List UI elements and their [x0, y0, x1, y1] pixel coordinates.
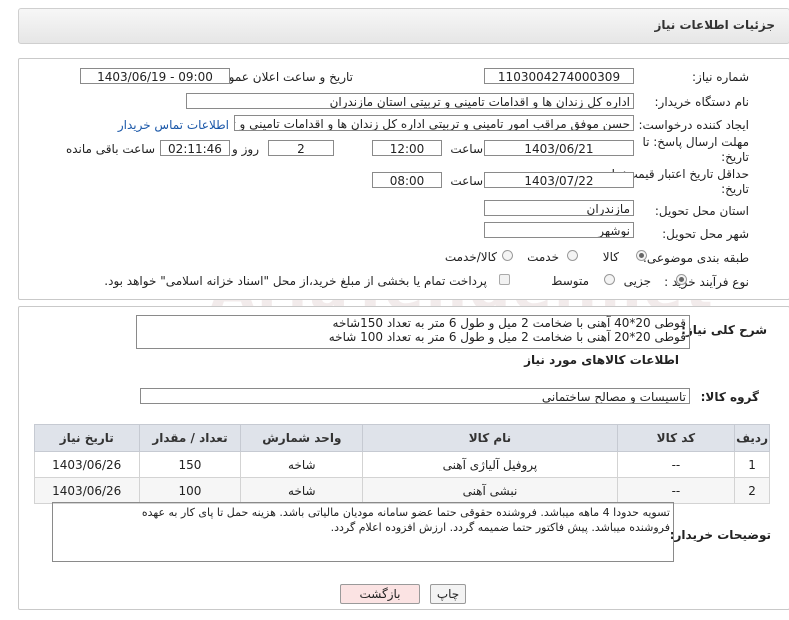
process-radio-medium[interactable]: [604, 274, 615, 285]
description-textarea[interactable]: قوطی 20*40 آهنی با ضخامت 2 میل و طول 6 م…: [136, 315, 690, 349]
need-number-field[interactable]: 1103004274000309: [484, 68, 634, 84]
cell-name: پروفیل آلیاژی آهنی: [362, 451, 618, 478]
buyer-notes-textarea[interactable]: تسویه حدودا 4 ماهه میباشد. فروشنده حقوقی…: [52, 502, 674, 562]
city-field[interactable]: نوشهر: [484, 222, 634, 238]
cell-name: نبشی آهنی: [362, 477, 618, 504]
buyer-notes-line1: تسویه حدودا 4 ماهه میباشد. فروشنده حقوقی…: [141, 506, 670, 519]
process-option-medium: متوسط: [551, 274, 589, 288]
cell-date: 1403/06/26: [34, 451, 140, 478]
creator-field[interactable]: حسن موفق مراقب امور تامینی و تربیتی ادار…: [234, 115, 634, 131]
cell-code: --: [616, 451, 736, 478]
buyer-contact-link[interactable]: اطلاعات تماس خریدار: [118, 118, 229, 132]
cell-date: 1403/06/26: [34, 477, 140, 504]
category-radio-goods-service[interactable]: [502, 250, 513, 261]
page-title: جزئیات اطلاعات نیاز: [654, 18, 775, 32]
category-option-goods-service: کالا/خدمت: [444, 250, 497, 264]
deadline-remaining-label: ساعت باقی مانده: [65, 142, 155, 156]
creator-label: ایجاد کننده درخواست:: [638, 118, 749, 132]
category-option-service: خدمت: [527, 250, 559, 264]
back-button[interactable]: بازگشت: [340, 584, 420, 604]
category-option-goods: کالا: [602, 250, 619, 264]
treasury-payment-checkbox[interactable]: [499, 274, 510, 285]
announce-field[interactable]: 1403/06/19 - 09:00: [80, 68, 230, 84]
treasury-payment-note: پرداخت تمام یا بخشی از مبلغ خرید،از محل …: [104, 274, 487, 288]
description-line1: قوطی 20*40 آهنی با ضخامت 2 میل و طول 6 م…: [332, 316, 686, 330]
col-qty: تعداد / مقدار: [138, 424, 242, 452]
deadline-label-line1: مهلت ارسال پاسخ: تا: [642, 135, 749, 149]
table-row: 2 -- نبشی آهنی شاخه 100 1403/06/26: [34, 477, 770, 504]
process-radio-minor[interactable]: [676, 274, 687, 285]
col-name: نام کالا: [362, 424, 618, 452]
description-line2: قوطی 20*20 آهنی با ضخامت 2 میل و طول 6 م…: [328, 330, 686, 344]
cell-unit: شاخه: [240, 477, 364, 504]
province-label: استان محل تحویل:: [654, 204, 749, 218]
buyer-org-field[interactable]: اداره کل زندان ها و اقدامات تامینی و ترب…: [186, 93, 634, 109]
col-unit: واحد شمارش: [240, 424, 364, 452]
category-radio-goods[interactable]: [636, 250, 647, 261]
cell-code: --: [616, 477, 736, 504]
validity-time-label: ساعت: [450, 174, 483, 188]
buyer-notes-line2: فروشنده میباشد. پیش فاکتور حتما ضمیمه گر…: [330, 521, 670, 534]
print-button[interactable]: چاپ: [430, 584, 466, 604]
goods-section-title: اطلاعات کالاهای مورد نیاز: [524, 353, 679, 367]
deadline-label-line2: تاریخ:: [721, 150, 749, 164]
validity-label-line2: تاریخ:: [721, 182, 749, 196]
cell-row: 2: [734, 477, 770, 504]
deadline-remaining-field[interactable]: 02:11:46: [160, 140, 230, 156]
validity-time-field[interactable]: 08:00: [372, 172, 442, 188]
cell-row: 1: [734, 451, 770, 478]
goods-table: ردیف کد کالا نام کالا واحد شمارش تعداد /…: [34, 424, 770, 504]
category-label: طبقه بندی موضوعی:: [642, 251, 749, 265]
buyer-org-label: نام دستگاه خریدار:: [654, 95, 750, 109]
description-label: شرح کلی نیاز:: [681, 323, 767, 337]
deadline-date-field[interactable]: 1403/06/21: [484, 140, 634, 156]
process-option-minor: جزیی: [623, 274, 651, 288]
col-row: ردیف: [734, 424, 770, 452]
goods-table-header: ردیف کد کالا نام کالا واحد شمارش تعداد /…: [34, 424, 770, 452]
cell-unit: شاخه: [240, 451, 364, 478]
goods-group-field[interactable]: تاسیسات و مصالح ساختمانی: [140, 388, 690, 404]
validity-date-field[interactable]: 1403/07/22: [484, 172, 634, 188]
need-number-label: شماره نیاز:: [692, 70, 749, 84]
goods-group-label: گروه کالا:: [700, 390, 759, 404]
page-header: جزئیات اطلاعات نیاز: [18, 8, 789, 44]
deadline-days-field[interactable]: 2: [268, 140, 334, 156]
cell-qty: 150: [138, 451, 242, 478]
deadline-time-field[interactable]: 12:00: [372, 140, 442, 156]
table-row: 1 -- پروفیل آلیاژی آهنی شاخه 150 1403/06…: [34, 451, 770, 478]
deadline-days-label: روز و: [232, 142, 259, 156]
category-radio-service[interactable]: [567, 250, 578, 261]
deadline-time-label: ساعت: [450, 142, 483, 156]
province-field[interactable]: مازندران: [484, 200, 634, 216]
city-label: شهر محل تحویل:: [662, 227, 749, 241]
cell-qty: 100: [138, 477, 242, 504]
col-date: تاریخ نیاز: [34, 424, 140, 452]
buyer-notes-label: توضیحات خریدار:: [669, 528, 771, 542]
col-code: کد کالا: [616, 424, 736, 452]
